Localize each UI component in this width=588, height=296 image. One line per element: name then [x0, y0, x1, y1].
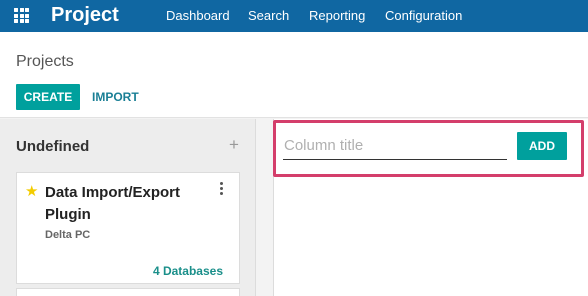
column-quick-create-button[interactable]: + [229, 135, 239, 155]
column-title: Undefined [16, 138, 90, 155]
create-button[interactable]: CREATE [16, 84, 80, 110]
databases-link[interactable]: 4 Databases [153, 263, 223, 279]
kanban-column-undefined: Undefined + ★ Data Import/Export Plugin … [0, 119, 256, 296]
project-card-subtitle: Delta PC [45, 229, 91, 241]
nav-item-configuration[interactable]: Configuration [385, 8, 462, 24]
project-card-title: Data Import/Export Plugin [45, 184, 181, 223]
kanban-view: Undefined + ★ Data Import/Export Plugin … [0, 119, 588, 296]
control-panel: Projects CREATE IMPORT [0, 32, 588, 118]
nav-item-reporting[interactable]: Reporting [309, 8, 365, 24]
nav-item-dashboard[interactable]: Dashboard [166, 8, 230, 24]
next-project-card[interactable] [16, 288, 240, 296]
import-button[interactable]: IMPORT [92, 84, 139, 110]
apps-menu-icon[interactable] [14, 8, 34, 23]
breadcrumb: Projects [16, 53, 74, 70]
add-column-button[interactable]: ADD [517, 132, 567, 160]
nav-item-search[interactable]: Search [248, 8, 289, 24]
favorite-star-icon[interactable]: ★ [25, 183, 38, 201]
app-title: Project [51, 4, 119, 26]
project-card[interactable]: ★ Data Import/Export Plugin Delta PC 4 D… [16, 172, 240, 284]
card-menu-icon[interactable] [217, 182, 225, 196]
top-navbar: Project Dashboard Search Reporting Confi… [0, 0, 588, 32]
column-title-input[interactable] [283, 132, 507, 160]
